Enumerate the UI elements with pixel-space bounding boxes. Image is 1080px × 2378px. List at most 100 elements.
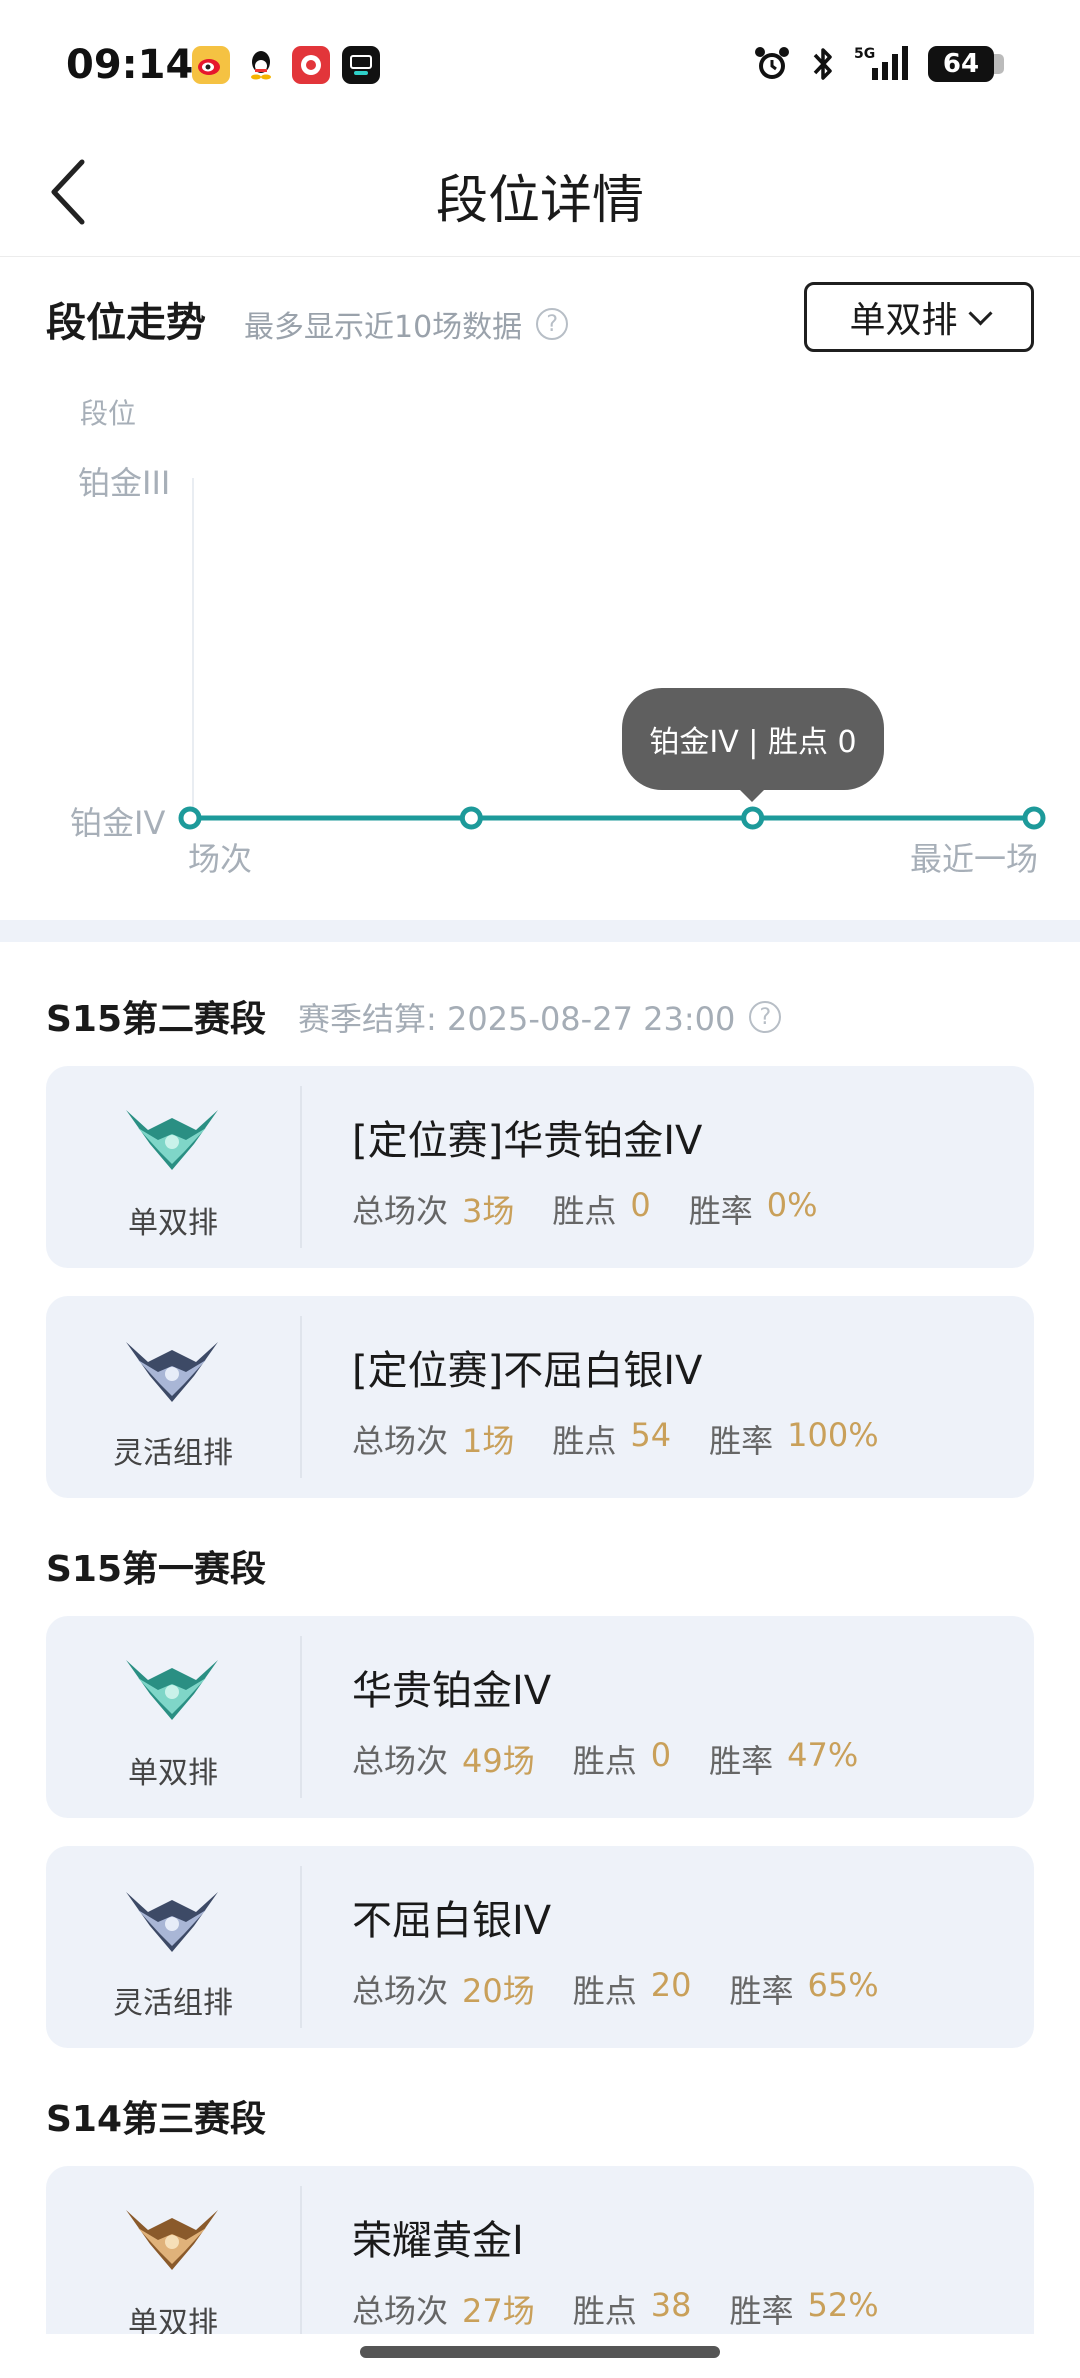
- queue-mode-dropdown[interactable]: 单双排: [804, 282, 1034, 352]
- platinum-emblem-icon: [126, 1110, 218, 1170]
- winrate-value: 47%: [787, 1736, 859, 1774]
- card-separator: [300, 2186, 302, 2334]
- card-badge-area: 单双排: [46, 1616, 300, 1818]
- winrate-value: 65%: [807, 1966, 879, 2004]
- games-label: 总场次: [352, 1422, 449, 1460]
- games-label: 总场次: [352, 1972, 449, 2010]
- season-title: S15第二赛段: [46, 999, 267, 1040]
- games-value: 20场: [462, 1972, 535, 2010]
- points-value: 0: [650, 1736, 672, 1774]
- rank-name: 华贵铂金IV: [352, 1668, 552, 1714]
- silver-emblem-icon: [126, 1342, 218, 1402]
- help-icon[interactable]: ?: [749, 1001, 782, 1033]
- notification-icons: [192, 46, 380, 84]
- home-indicator[interactable]: [360, 2346, 720, 2358]
- gold-emblem-icon: [126, 2210, 218, 2270]
- card-badge-area: 灵活组排: [46, 1846, 300, 2048]
- queue-type-label: 单双排: [128, 2306, 218, 2334]
- winrate-label: 胜率: [709, 1422, 774, 1460]
- points-value: 54: [630, 1416, 672, 1454]
- data-point[interactable]: [741, 806, 765, 830]
- winrate-label: 胜率: [729, 2292, 794, 2330]
- rank-stats: 总场次 20场 胜点 20 胜率 65%: [352, 1966, 917, 2012]
- news-app-icon: [292, 46, 330, 84]
- card-badge-area: 单双排: [46, 1066, 300, 1268]
- rank-card[interactable]: 灵活组排 不屈白银IV 总场次 20场 胜点 20 胜率 65%: [46, 1846, 1034, 2048]
- page-title: 段位详情: [435, 171, 644, 231]
- rank-stats: 总场次 1场 胜点 54 胜率 100%: [352, 1416, 917, 1462]
- games-value: 3场: [462, 1192, 515, 1230]
- queue-type-label: 灵活组排: [113, 1436, 233, 1471]
- chevron-down-icon: [967, 300, 993, 326]
- rank-stats: 总场次 3场 胜点 0 胜率 0%: [352, 1186, 856, 1232]
- season-title: S14第三赛段: [46, 2099, 267, 2140]
- winrate-label: 胜率: [688, 1192, 753, 1230]
- qq-icon: [242, 46, 280, 84]
- rank-name: [定位赛]不屈白银IV: [352, 1348, 703, 1394]
- card-badge-area: 灵活组排: [46, 1296, 300, 1498]
- status-time: 09:14: [66, 42, 194, 88]
- trend-title: 段位走势: [46, 300, 206, 346]
- points-value: 38: [650, 2286, 692, 2324]
- rank-card[interactable]: 单双排 荣耀黄金I 总场次 27场 胜点 38 胜率 52%: [46, 2166, 1034, 2334]
- winrate-value: 52%: [807, 2286, 879, 2324]
- signal-icon: 5G: [854, 46, 908, 80]
- games-label: 总场次: [352, 1742, 449, 1780]
- queue-mode-label: 单双排: [849, 300, 958, 341]
- card-badge-area: 单双排: [46, 2166, 300, 2334]
- queue-type-label: 单双排: [128, 1206, 218, 1241]
- card-separator: [300, 1636, 302, 1798]
- card-separator: [300, 1086, 302, 1248]
- card-separator: [300, 1866, 302, 2028]
- games-value: 1场: [462, 1422, 515, 1460]
- rank-name: [定位赛]华贵铂金IV: [352, 1118, 703, 1164]
- chart-tooltip: 铂金IV | 胜点 0: [622, 688, 884, 802]
- winrate-label: 胜率: [709, 1742, 774, 1780]
- points-label: 胜点: [572, 2292, 637, 2330]
- points-label: 胜点: [552, 1422, 617, 1460]
- trend-subtitle: 最多显示近10场数据: [244, 310, 523, 345]
- rank-card[interactable]: 单双排 华贵铂金IV 总场次 49场 胜点 0 胜率 47%: [46, 1616, 1034, 1818]
- games-label: 总场次: [352, 1192, 449, 1230]
- status-bar: 09:14 5G 64: [0, 0, 1080, 130]
- data-point[interactable]: [459, 806, 483, 830]
- winrate-value: 100%: [787, 1416, 879, 1454]
- trend-subtitle-row: 最多显示近10场数据 ?: [244, 302, 569, 346]
- season-title: S15第一赛段: [46, 1549, 267, 1590]
- games-value: 27场: [462, 2292, 535, 2330]
- games-label: 总场次: [352, 2292, 449, 2330]
- card-separator: [300, 1316, 302, 1478]
- points-label: 胜点: [552, 1192, 617, 1230]
- rank-card[interactable]: 灵活组排 [定位赛]不屈白银IV 总场次 1场 胜点 54 胜率 100%: [46, 1296, 1034, 1498]
- silver-emblem-icon: [126, 1892, 218, 1952]
- chart-plot: [178, 478, 1046, 830]
- nav-bar: 段位详情: [0, 130, 1080, 257]
- queue-type-label: 灵活组排: [113, 1986, 233, 2021]
- queue-type-label: 单双排: [128, 1756, 218, 1791]
- section-divider: [0, 920, 1080, 942]
- dewu-icon: [342, 46, 380, 84]
- data-point[interactable]: [178, 806, 202, 830]
- battery-indicator: 64: [928, 46, 1004, 82]
- rank-card[interactable]: 单双排 [定位赛]华贵铂金IV 总场次 3场 胜点 0 胜率 0%: [46, 1066, 1034, 1268]
- rank-stats: 总场次 49场 胜点 0 胜率 47%: [352, 1736, 896, 1782]
- games-value: 49场: [462, 1742, 535, 1780]
- data-point[interactable]: [1022, 806, 1046, 830]
- rank-stats: 总场次 27场 胜点 38 胜率 52%: [352, 2286, 917, 2332]
- season-settlement: 赛季结算: 2025-08-27 23:00: [298, 1000, 736, 1038]
- rank-name: 荣耀黄金I: [352, 2218, 524, 2264]
- winrate-label: 胜率: [729, 1972, 794, 2010]
- system-status: 5G 64: [752, 44, 1004, 84]
- points-label: 胜点: [572, 1972, 637, 2010]
- rank-trend-chart: 段位 铂金III 铂金IV 场次 最近一场: [0, 380, 1080, 900]
- rank-name: 不屈白银IV: [352, 1898, 552, 1944]
- platinum-emblem-icon: [126, 1660, 218, 1720]
- winrate-value: 0%: [766, 1186, 818, 1224]
- svg-text:5G: 5G: [854, 46, 875, 62]
- points-value: 0: [630, 1186, 651, 1224]
- points-label: 胜点: [572, 1742, 637, 1780]
- bluetooth-icon: [813, 48, 832, 80]
- points-value: 20: [650, 1966, 692, 2004]
- season-settlement-row: 赛季结算: 2025-08-27 23:00 ?: [298, 994, 782, 1040]
- help-icon[interactable]: ?: [536, 308, 569, 340]
